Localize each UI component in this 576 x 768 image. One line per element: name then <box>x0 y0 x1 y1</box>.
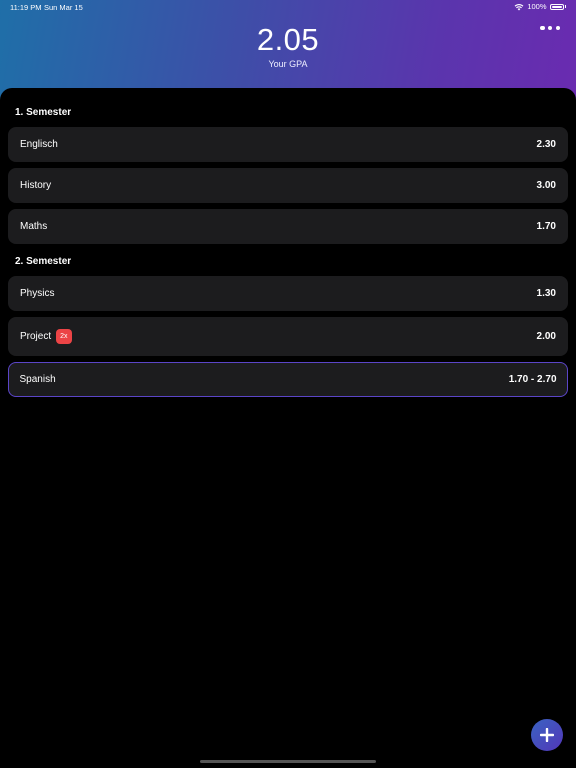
course-list-sheet: 1. Semester Englisch 2.30 History 3.00 M… <box>0 88 576 768</box>
plus-icon <box>540 728 554 742</box>
status-indicators: 100% <box>514 2 566 11</box>
section-title: 1. Semester <box>15 107 72 118</box>
add-course-button[interactable] <box>531 719 563 751</box>
home-indicator <box>200 760 376 763</box>
weight-badge: 2x <box>56 329 72 344</box>
header: 11:19 PM Sun Mar 15 100% 2.05 Your GPA <box>0 0 576 100</box>
course-row-englisch[interactable]: Englisch 2.30 <box>8 127 568 162</box>
status-bar: 11:19 PM Sun Mar 15 100% <box>0 0 576 14</box>
course-name: Maths <box>20 221 48 232</box>
course-grade: 1.30 <box>536 288 556 299</box>
status-time: 11:19 PM <box>10 3 42 12</box>
course-row-physics[interactable]: Physics 1.30 <box>8 276 568 311</box>
battery-icon <box>549 3 564 10</box>
course-name: Spanish <box>19 374 56 385</box>
wifi-icon <box>514 3 524 10</box>
course-grade: 1.70 - 2.70 <box>508 374 557 385</box>
status-date: Sun Mar 15 <box>44 3 83 12</box>
section-title: 2. Semester <box>15 256 72 267</box>
course-grade: 3.00 <box>536 180 556 191</box>
course-row-maths[interactable]: Maths 1.70 <box>8 209 568 244</box>
course-name: History <box>20 180 52 191</box>
course-row-history[interactable]: History 3.00 <box>8 168 568 203</box>
course-grade: 1.70 <box>536 221 556 232</box>
course-row-project[interactable]: Project 2x 2.00 <box>8 317 568 356</box>
course-name: Physics <box>20 288 55 299</box>
gpa-value: 2.05 <box>256 22 320 57</box>
course-name: Englisch <box>20 139 58 150</box>
battery-percent: 100% <box>527 2 547 11</box>
gpa-label: Your GPA <box>268 59 308 69</box>
course-grade: 2.30 <box>536 139 556 150</box>
course-grade: 2.00 <box>536 331 556 342</box>
course-name: Project <box>20 331 52 342</box>
course-row-spanish[interactable]: Spanish 1.70 - 2.70 <box>8 362 568 397</box>
